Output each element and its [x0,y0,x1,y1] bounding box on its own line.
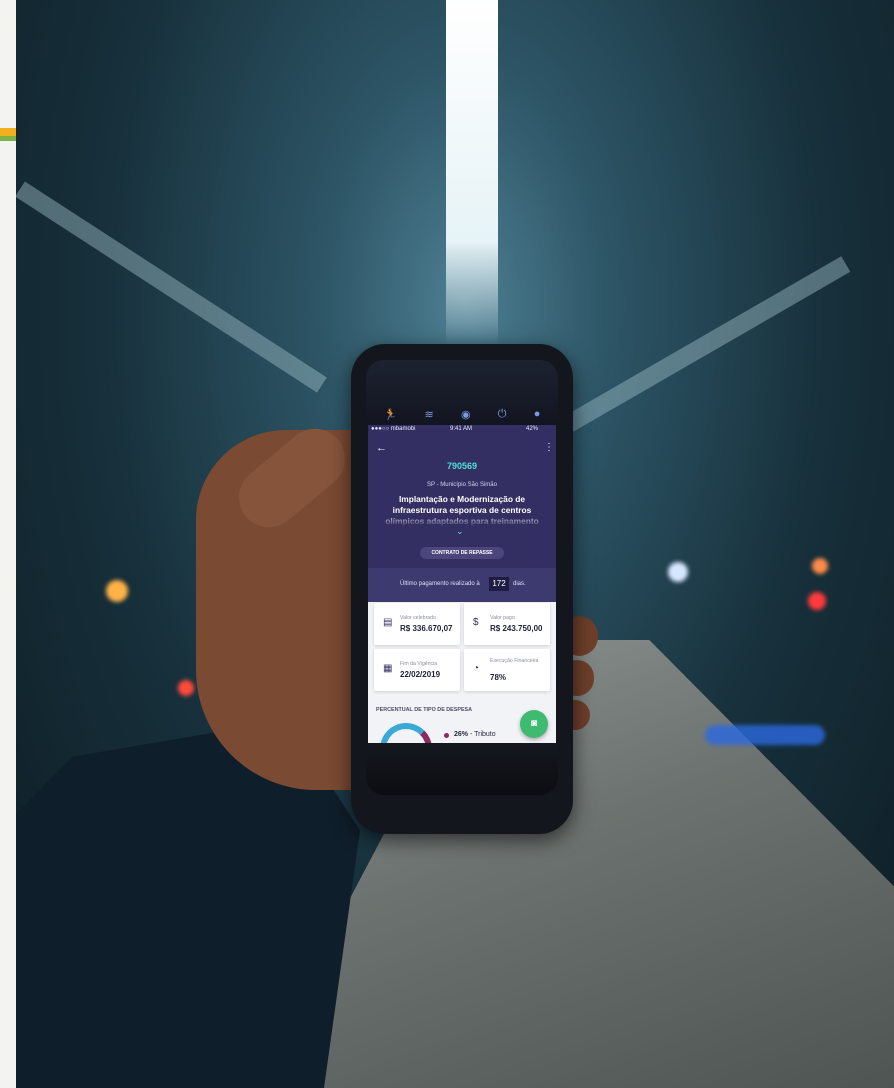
progress-icon: ◔ [473,663,480,674]
ceiling-light [446,0,498,345]
days-count: 172 [489,577,509,591]
card-value: R$ 243.750,00 [490,624,543,633]
camera-button[interactable]: ◙ [520,710,548,738]
expense-donut-chart [380,723,432,743]
bokeh-light [178,680,194,696]
payment-band: Último pagamento realizado à 172 dias. [368,568,556,602]
app-screen: ●●●○○ mbamobi 9:41 AM 42% ← ⋮ 790569 SP … [368,425,556,743]
right-rail [555,256,851,437]
payment-prefix: Último pagamento realizado à [400,581,480,587]
more-options-icon[interactable]: ⋮ [544,442,554,453]
bokeh-light [106,580,128,602]
bokeh-light [668,562,688,582]
title-fade [368,513,556,527]
repasse-badge[interactable]: CONTRATO DE REPASSE [420,547,504,559]
timer-icon[interactable]: ⏻ [498,408,507,421]
app-icons-row: 🏃 ≋ ◉ ⏻ ● [370,404,554,424]
card-fim-vigencia[interactable]: ▦ Fim da Vigência 22/02/2019 [374,649,460,691]
bokeh-light [705,725,825,745]
card-label: Execução Financeira [490,658,539,664]
camera-icon: ◙ [530,718,538,729]
legend-dot [444,733,449,738]
card-label: Valor pago [490,615,515,621]
card-valor-celebrado[interactable]: ▤ Valor celebrado R$ 336.670,07 [374,603,460,645]
brand-bar [0,136,16,141]
calendar-icon: ▦ [383,663,393,674]
document-icon: ▤ [383,617,393,628]
card-valor-pago[interactable]: $ Valor pago R$ 243.750,00 [464,603,550,645]
card-label: Valor celebrado [400,615,436,621]
card-value: R$ 336.670,07 [400,624,453,633]
card-execucao-financeira[interactable]: ◔ Execução Financeira 78% [464,649,550,691]
health-icon[interactable]: ◉ [461,408,471,421]
location-label: SP - Município São Simão [427,482,497,488]
bokeh-light [808,592,826,610]
left-rail [15,181,327,393]
legend-label: - Tributo [469,731,496,738]
contract-id: 790569 [446,461,478,471]
contract-header: ●●●○○ mbamobi 9:41 AM 42% ← ⋮ 790569 SP … [368,425,556,568]
sleep-icon[interactable]: ≋ [425,408,434,421]
phone-bottom-bezel [366,743,558,795]
chevron-down-icon[interactable]: ⌄ [456,526,464,537]
bokeh-light [812,558,828,574]
status-bar: ●●●○○ mbamobi 9:41 AM 42% [368,425,556,434]
legend-item: 26% - Tributo [454,731,496,738]
card-value: 22/02/2019 [400,670,441,679]
card-label: Fim da Vigência [400,661,438,667]
battery-level: 42% [526,426,539,432]
back-arrow-icon[interactable]: ← [376,442,387,454]
carrier-label: ●●●○○ mbamobi [371,426,416,432]
water-icon[interactable]: ● [534,408,541,420]
section-title: PERCENTUAL DE TIPO DE DESPESA [376,707,473,713]
page-edge [0,0,16,1088]
legend-percent: 26% [454,731,469,738]
dollar-icon: $ [473,617,479,628]
card-value: 78% [490,673,507,682]
clock: 9:41 AM [450,426,473,432]
days-suffix: dias. [513,581,526,587]
run-icon[interactable]: 🏃 [384,408,398,421]
